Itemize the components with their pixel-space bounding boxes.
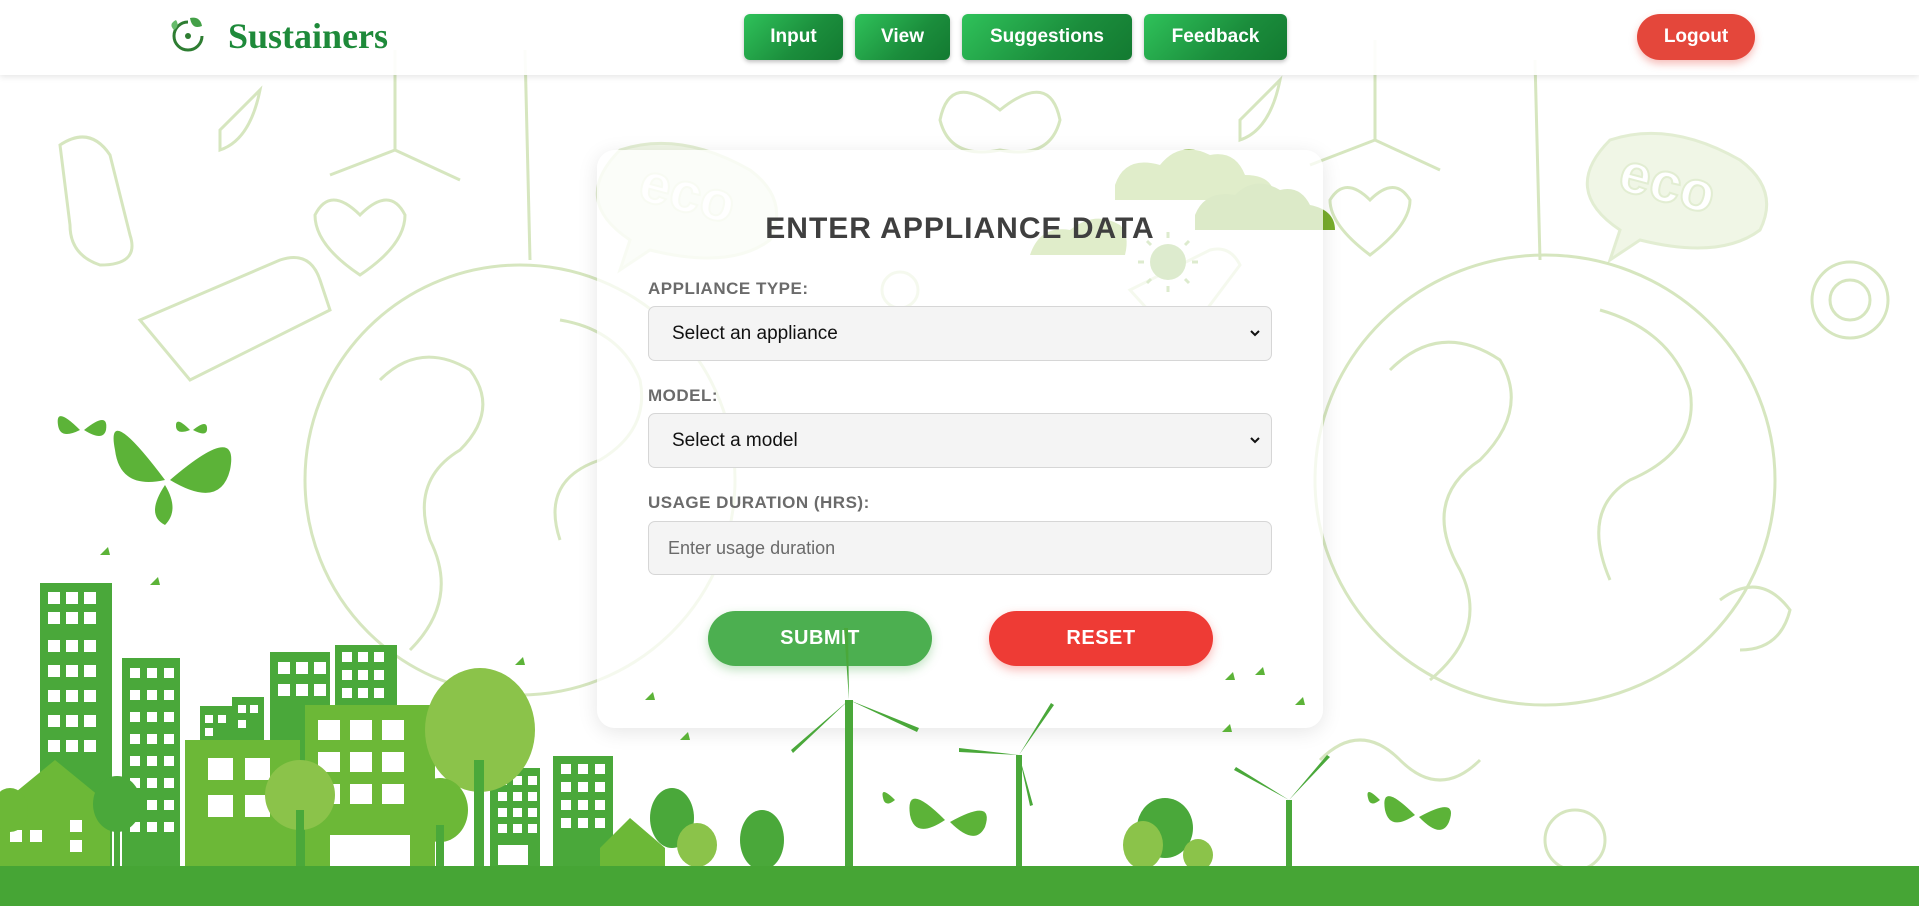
top-navigation-bar: Sustainers Input View Suggestions Feedba… [0,0,1919,75]
nav-suggestions-button[interactable]: Suggestions [962,14,1132,60]
model-select[interactable]: Select a model [648,413,1272,468]
nav-input-button[interactable]: Input [744,14,843,60]
brand[interactable]: Sustainers [166,14,388,58]
logout-button[interactable]: Logout [1637,14,1755,60]
form-title: ENTER APPLIANCE DATA [765,212,1155,245]
nav-view-button[interactable]: View [855,14,950,60]
chevron-down-icon [1250,437,1260,444]
brand-name: Sustainers [228,16,389,56]
chevron-down-icon [1250,330,1260,337]
model-selected-value: Select a model [672,429,798,451]
appliance-type-selected-value: Select an appliance [672,322,838,344]
usage-duration-input[interactable] [648,521,1272,575]
leaf-swirl-icon [171,17,204,52]
appliance-form-card: ENTER APPLIANCE DATA APPLIANCE TYPE: Sel… [597,150,1323,728]
ground-strip [0,866,1919,906]
globe-doodle-right [1313,253,1777,707]
usage-duration-label: USAGE DURATION (HRS): [648,493,870,512]
model-label: MODEL: [648,386,719,405]
nav-feedback-button[interactable]: Feedback [1144,14,1287,60]
main-nav: Input View Suggestions Feedback [744,14,1299,60]
appliance-type-select[interactable]: Select an appliance [648,306,1272,361]
appliance-type-label: APPLIANCE TYPE: [648,279,809,298]
submit-button[interactable]: SUBMIT [708,611,932,666]
reset-button[interactable]: RESET [989,611,1213,666]
